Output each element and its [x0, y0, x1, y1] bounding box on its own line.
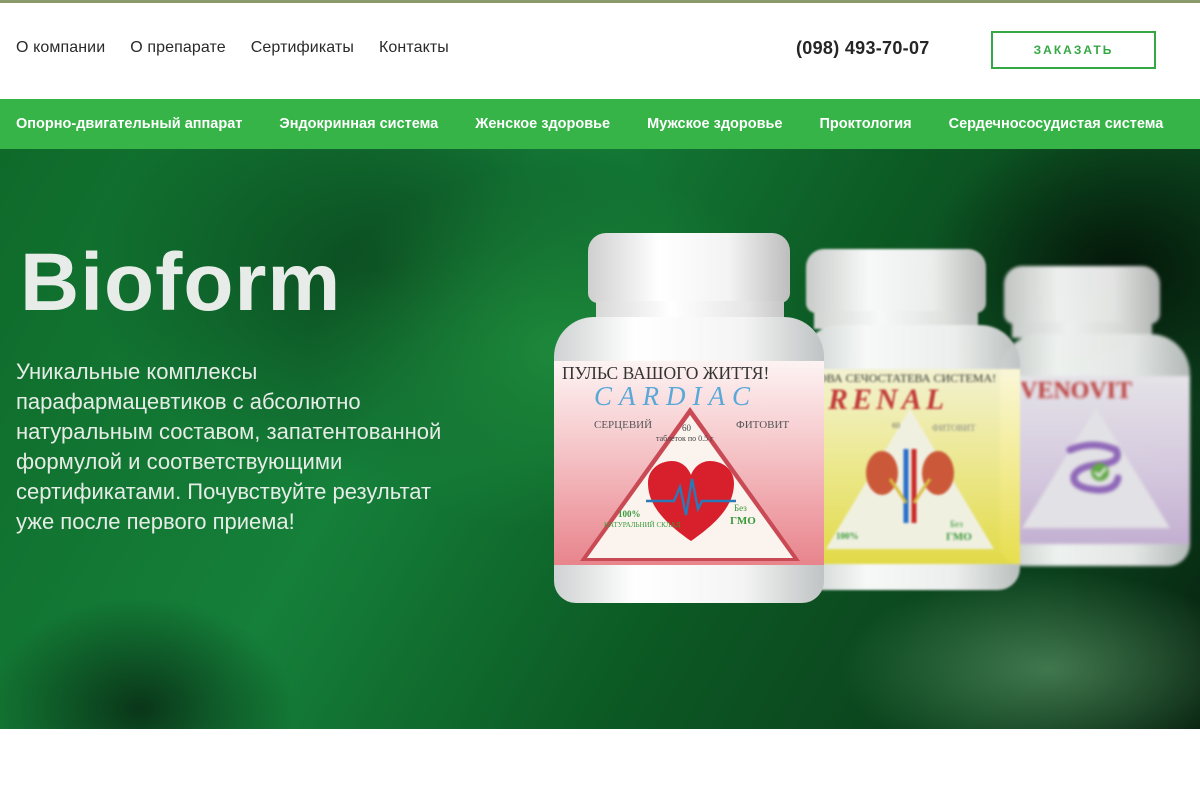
- category-womens-health[interactable]: Женское здоровье: [475, 116, 610, 132]
- jar-body: VENOVIT: [1000, 334, 1190, 566]
- nav-contacts[interactable]: Контакты: [379, 39, 449, 57]
- count-renal: 60: [892, 421, 900, 430]
- nav-about-company[interactable]: О компании: [16, 39, 105, 57]
- gmo-renal: ГМО: [946, 531, 972, 543]
- count-cardiac: 60: [682, 423, 691, 433]
- heart-icon: [646, 461, 736, 541]
- note-left-cardiac: СЕРЦЕВИЙ: [594, 419, 653, 431]
- category-list: Опорно-двигательный аппарат Эндокринная …: [0, 99, 1200, 149]
- category-musculoskeletal[interactable]: Опорно-двигательный аппарат: [16, 116, 242, 132]
- jar-lid: [806, 249, 986, 313]
- brand-cardiac: CARDIAC: [594, 381, 757, 411]
- jar-label: ОВА СЕЧОСТАТЕВА СИСТЕМА! RENAL ФИТОВИТ 6…: [800, 369, 1020, 564]
- jar-body: ОВА СЕЧОСТАТЕВА СИСТЕМА! RENAL ФИТОВИТ 6…: [800, 325, 1020, 590]
- jar-lid: [588, 233, 790, 303]
- hero-title: Bioform: [20, 237, 342, 328]
- jar-label: ПУЛЬС ВАШОГО ЖИТТЯ! CARDIAC СЕРЦЕВИЙ ФИТ…: [554, 361, 824, 565]
- natural-sub-cardiac: НАТУРАЛЬНИЙ СКЛАД: [604, 521, 681, 529]
- hero-description: Уникальные комплексы парафармацевтиков с…: [16, 359, 442, 534]
- site-header: О компании О препарате Сертификаты Конта…: [0, 3, 1200, 99]
- natural-cardiac: 100%: [618, 509, 641, 519]
- hero-banner: Bioform Уникальные комплексы парафармаце…: [0, 149, 1200, 729]
- top-navigation: О компании О препарате Сертификаты Конта…: [16, 39, 449, 57]
- gmo-top-cardiac: Без: [734, 503, 747, 513]
- gmo-cardiac: ГМО: [730, 515, 756, 527]
- phone-number[interactable]: (098) 493-70-07: [796, 38, 930, 59]
- dose-cardiac: таблеток по 0.5 г: [656, 434, 714, 443]
- brand-renal: RENAL: [828, 383, 949, 416]
- intestine-icon: [1066, 441, 1122, 494]
- brand-venovit: VENOVIT: [1020, 378, 1133, 404]
- nav-certificates[interactable]: Сертификаты: [251, 39, 354, 57]
- product-jar-cardiac: ПУЛЬС ВАШОГО ЖИТТЯ! CARDIAC СЕРЦЕВИЙ ФИТ…: [554, 233, 826, 603]
- category-cardiovascular[interactable]: Сердечнососудистая система: [949, 116, 1164, 132]
- order-button[interactable]: ЗАКАЗАТЬ: [991, 31, 1156, 69]
- note-renal: ФИТОВИТ: [932, 423, 976, 433]
- product-jar-renal: ОВА СЕЧОСТАТЕВА СИСТЕМА! RENAL ФИТОВИТ 6…: [800, 249, 1025, 594]
- note-right-cardiac: ФИТОВИТ: [736, 419, 790, 431]
- nav-about-product[interactable]: О препарате: [130, 39, 226, 57]
- natural-renal: 100%: [836, 531, 859, 541]
- jar-label: VENOVIT: [1000, 376, 1190, 544]
- jar-lid: [1004, 266, 1160, 324]
- category-bar: Опорно-двигательный аппарат Эндокринная …: [0, 99, 1200, 149]
- product-jar-venovit: VENOVIT: [1000, 266, 1190, 566]
- category-proctology[interactable]: Проктология: [820, 116, 912, 132]
- kidneys-icon: [866, 449, 954, 523]
- jar-body: ПУЛЬС ВАШОГО ЖИТТЯ! CARDIAC СЕРЦЕВИЙ ФИТ…: [554, 317, 824, 603]
- category-mens-health[interactable]: Мужское здоровье: [647, 116, 782, 132]
- category-endocrine[interactable]: Эндокринная система: [279, 116, 438, 132]
- gmo-top-renal: Без: [950, 519, 963, 529]
